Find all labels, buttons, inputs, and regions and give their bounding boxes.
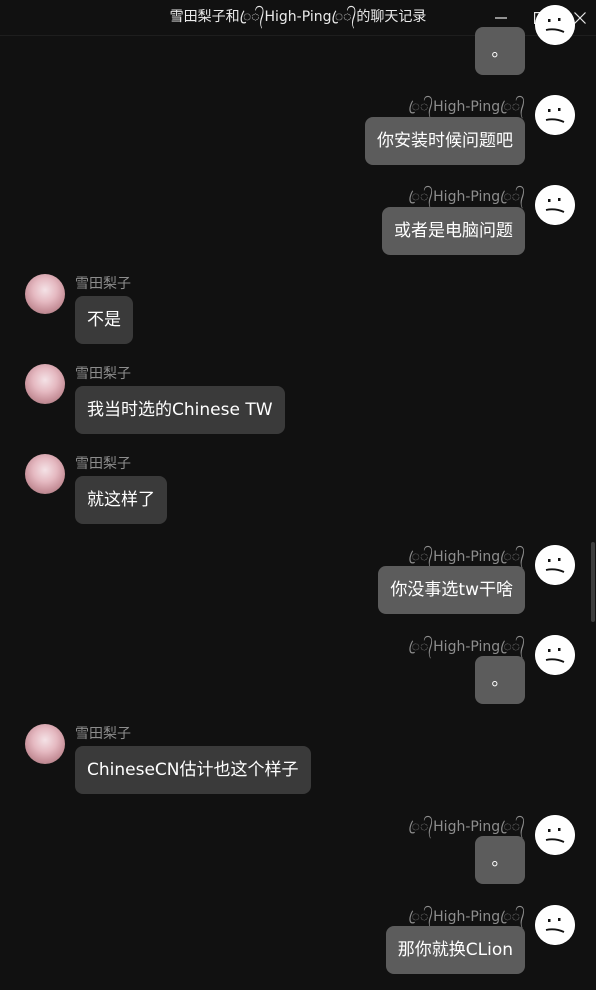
message-bubble[interactable]: 就这样了	[75, 476, 167, 524]
avatar-face[interactable]	[535, 815, 575, 855]
message-bubble[interactable]: 。	[475, 836, 525, 884]
sender-name: 雪田梨子	[75, 726, 131, 742]
message-bubble[interactable]: 我当时选的Chinese TW	[75, 386, 285, 434]
avatar-face[interactable]	[535, 905, 575, 945]
avatar-photo[interactable]	[25, 724, 65, 764]
message-bubble[interactable]: 你安装时候问题吧	[365, 117, 525, 165]
scrollbar[interactable]	[591, 542, 595, 622]
avatar-face[interactable]	[535, 95, 575, 135]
message-bubble[interactable]: 不是	[75, 296, 133, 344]
message-bubble[interactable]: 。	[475, 27, 525, 75]
face-icon	[535, 815, 575, 855]
sender-name: 雪田梨子	[75, 276, 131, 292]
minimize-icon	[495, 16, 507, 19]
avatar-face[interactable]	[535, 635, 575, 675]
avatar-photo[interactable]	[25, 454, 65, 494]
face-icon	[535, 185, 575, 225]
message-bubble[interactable]: 。	[475, 656, 525, 704]
message-bubble[interactable]: 那你就换CLion	[385, 926, 525, 974]
message-bubble[interactable]: 你没事选tw干啥	[378, 566, 525, 614]
face-icon	[535, 5, 575, 45]
face-icon	[535, 95, 575, 135]
avatar-photo[interactable]	[25, 274, 65, 314]
face-icon	[535, 905, 575, 945]
sender-name: 雪田梨子	[75, 456, 131, 472]
avatar-face[interactable]	[535, 185, 575, 225]
avatar-face[interactable]	[535, 5, 575, 45]
avatar-photo[interactable]	[25, 364, 65, 404]
message-bubble[interactable]: 或者是电脑问题	[382, 207, 525, 255]
sender-name: 雪田梨子	[75, 366, 131, 382]
close-icon	[574, 11, 586, 24]
face-icon	[535, 545, 575, 585]
avatar-face[interactable]	[535, 545, 575, 585]
face-icon	[535, 635, 575, 675]
message-bubble[interactable]: ChineseCN估计也这个样子	[75, 746, 311, 794]
